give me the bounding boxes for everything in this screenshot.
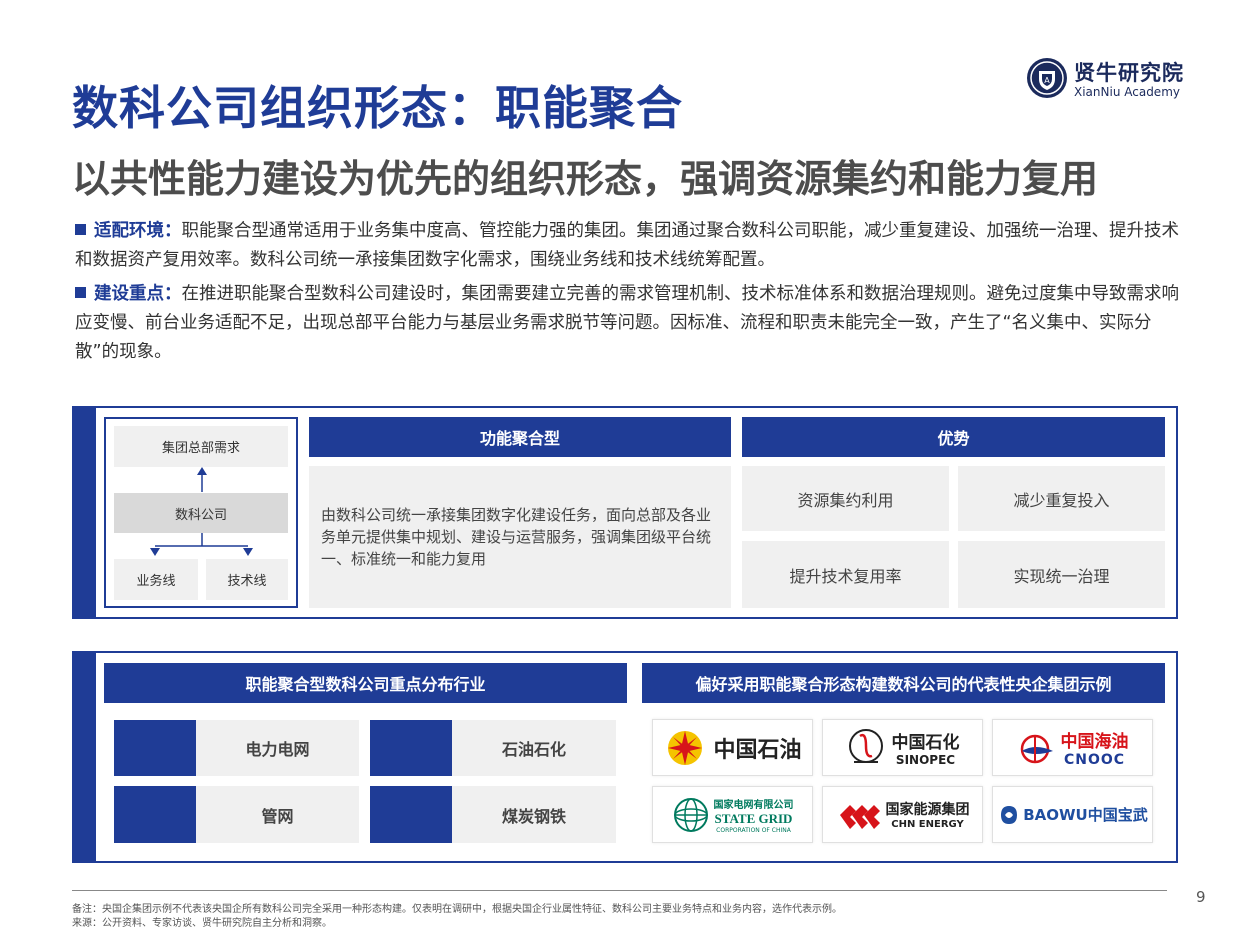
brand-name-en: XianNiu Academy [1074,85,1180,99]
industry-marker [114,786,196,843]
chn-energy-logo-icon [839,804,880,829]
square-bullet-icon [75,287,86,298]
advantage-item: 提升技术复用率 [742,541,949,608]
chn-energy-name-en: CHN ENERGY [891,819,964,830]
industry-label: 石油石化 [501,740,566,759]
industry-label: 煤炭钢铁 [501,806,566,826]
industry-item: 石油石化 [370,720,616,776]
bullet-construction-focus: 建设重点：在推进职能聚合型数科公司建设时，集团需要建立完善的需求管理机制、技术标… [75,280,1185,367]
description-text: 由数科公司统一承接集团数字化建设任务，面向总部及各业务单元提供集中规划、建设与运… [321,506,712,568]
footer-divider [72,890,1167,891]
logo-state-grid: 国家电网有限公司 STATE GRID CORPORATION OF CHINA [652,786,813,843]
footer-source: 来源：公开资料、专家访谈、贤牛研究院自主分析和洞察。 [72,918,332,929]
sinopec-name-cn: 中国石化 [891,733,960,753]
baowu-name-en: BAOWU [1023,805,1088,824]
function-type-header: 功能聚合型 [309,417,731,457]
cnpc-logo-icon [668,730,703,765]
industry-item: 电力电网 [114,720,359,776]
advantage-header: 优势 [742,417,1165,457]
svg-text:A: A [1044,76,1050,85]
sinopec-name-en: SINOPEC [895,753,956,767]
org-diagram: 集团总部需求 数科公司 业务线 技术线 [104,417,298,608]
academy-emblem-icon: A [1027,58,1067,98]
baowu-name-cn: 中国宝武 [1087,806,1148,824]
cnooc-name-cn: 中国海油 [1060,732,1129,752]
advantage-item: 资源集约利用 [742,466,949,531]
industry-label: 管网 [261,806,294,826]
state-grid-logo-icon [673,797,708,832]
square-bullet-icon [75,224,86,235]
logo-cnooc: 中国海油 CNOOC [992,719,1153,776]
diagram-business-line: 业务线 [114,559,198,600]
sinopec-logo-icon [848,728,883,763]
industry-item: 管网 [114,786,359,843]
footer-note: 备注：央国企集团示例不代表该央国企所有数科公司完全采用一种形态构建。仅表明在调研… [72,904,842,915]
industry-header: 职能聚合型数科公司重点分布行业 [104,663,627,703]
diagram-digital-company: 数科公司 [114,493,288,533]
panel-side-bar [74,653,96,861]
brand-logo: A 贤牛研究院 XianNiu Academy [1026,57,1206,103]
bullet-adapt-environment: 适配环境：职能聚合型通常适用于业务集中度高、管控能力强的集团。集团通过聚合数科公… [75,217,1185,275]
baowu-logo-icon [1001,805,1018,824]
advantage-item: 减少重复投入 [958,466,1165,531]
logo-baowu: BAOWU 中国宝武 [992,786,1153,843]
page-subtitle: 以共性能力建设为优先的组织形态，强调资源集约和能力复用 [72,157,1099,201]
page-title: 数科公司组织形态：职能聚合 [72,81,683,135]
state-grid-name-cn: 国家电网有限公司 [713,799,794,811]
logo-sinopec: 中国石化 SINOPEC [822,719,983,776]
panel-side-bar [74,408,96,617]
function-type-description: 由数科公司统一承接集团数字化建设任务，面向总部及各业务单元提供集中规划、建设与运… [309,466,731,608]
industry-marker [114,720,196,776]
logo-chn-energy: 国家能源集团 CHN ENERGY [822,786,983,843]
bullet-keyword: 适配环境： [94,221,182,241]
chn-energy-name-cn: 国家能源集团 [885,802,970,818]
cnooc-name-en: CNOOC [1063,752,1126,768]
state-grid-name-sub: CORPORATION OF CHINA [716,826,791,834]
logo-cnpc: 中国石油 [652,719,813,776]
examples-header: 偏好采用职能聚合形态构建数科公司的代表性央企集团示例 [642,663,1165,703]
state-grid-name-en: STATE GRID [714,810,793,826]
diagram-tech-line: 技术线 [206,559,288,600]
cnooc-logo-icon [1020,734,1053,763]
bullet-text: 在推进职能聚合型数科公司建设时，集团需要建立完善的需求管理机制、技术标准体系和数… [75,284,1179,362]
bullet-text: 职能聚合型通常适用于业务集中度高、管控能力强的集团。集团通过聚合数科公司职能，减… [75,221,1179,270]
bullet-keyword: 建设重点： [94,284,182,304]
industry-marker [370,720,452,776]
cnpc-name: 中国石油 [713,737,802,763]
page-number: 9 [1196,888,1206,906]
brand-name-cn: 贤牛研究院 [1074,61,1184,85]
industry-label: 电力电网 [245,740,310,759]
industry-item: 煤炭钢铁 [370,786,616,843]
industry-marker [370,786,452,843]
advantage-item: 实现统一治理 [958,541,1165,608]
